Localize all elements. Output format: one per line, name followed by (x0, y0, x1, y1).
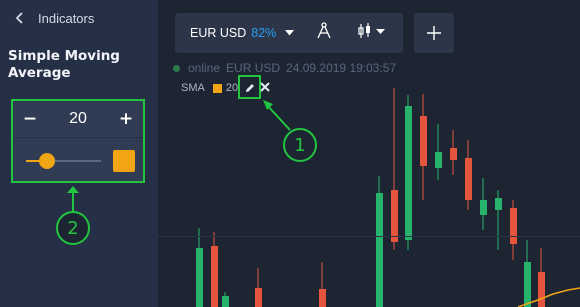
connection-status: online EUR USD 24.09.2019 19:03:57 (173, 61, 402, 75)
candle-body (420, 116, 427, 166)
drawing-tools-button[interactable] (309, 13, 339, 53)
candle-body (450, 148, 457, 160)
line-color-swatch[interactable] (113, 150, 135, 172)
callout-2: 2 (56, 211, 90, 245)
candle-body (391, 190, 398, 242)
period-settings-box: − 20 + (11, 99, 145, 183)
candle-body (538, 272, 545, 307)
candle-body (465, 158, 472, 200)
candle-body (222, 296, 229, 307)
candle-body (255, 288, 262, 307)
online-dot (173, 64, 180, 72)
candle-body (211, 246, 218, 307)
asset-payout[interactable]: 82% (251, 26, 276, 40)
candlestick-icon[interactable] (357, 22, 386, 44)
candle-body (196, 248, 203, 307)
panel-title: Simple Moving Average (8, 48, 120, 81)
indicator-period: 20 (225, 82, 239, 94)
chevron-down-icon[interactable] (284, 28, 294, 38)
asset-selector[interactable]: EUR USD 82% (175, 13, 294, 53)
callout-arrow-2 (67, 186, 79, 212)
asset-name[interactable]: EUR USD (190, 26, 246, 40)
candle-body (405, 106, 412, 240)
chart-type-button[interactable] (351, 13, 391, 53)
candle-body (524, 262, 531, 307)
grid-line (158, 236, 580, 237)
status-state: online (188, 61, 221, 75)
candle-body (435, 152, 442, 168)
status-timestamp: 24.09.2019 19:03:57 (286, 61, 397, 75)
back-to-indicators[interactable]: Indicators (10, 8, 94, 28)
period-slider-thumb[interactable] (39, 153, 55, 169)
period-value[interactable]: 20 (69, 110, 87, 128)
pencil-icon[interactable] (245, 78, 255, 97)
increase-period-button[interactable]: + (117, 109, 135, 129)
callout-1: 1 (283, 128, 317, 162)
plus-icon[interactable] (426, 25, 442, 41)
close-icon[interactable] (259, 81, 271, 93)
chevron-left-icon[interactable] (10, 8, 30, 28)
chart-area[interactable]: EUR USD 82% online EUR USD 24.09.2019 19… (158, 0, 580, 307)
candle-body (319, 289, 326, 307)
chart-toolbar: EUR USD 82% (175, 13, 403, 53)
active-indicator: SMA 20 (181, 81, 238, 95)
back-label[interactable]: Indicators (38, 11, 94, 26)
candle-body (510, 208, 517, 244)
period-stepper: − 20 + (13, 101, 143, 138)
decrease-period-button[interactable]: − (21, 109, 39, 129)
indicator-settings-panel: Indicators Simple Moving Average − 20 + … (0, 0, 158, 307)
candle-body (480, 200, 487, 215)
add-chart-button[interactable] (414, 13, 454, 53)
candle-body (376, 193, 383, 307)
status-pair: EUR USD (226, 61, 281, 75)
indicator-color-swatch (212, 83, 222, 93)
compass-icon[interactable] (316, 22, 332, 44)
indicator-name: SMA (181, 82, 205, 94)
period-slider-row (13, 139, 143, 181)
candle-body (495, 198, 502, 210)
